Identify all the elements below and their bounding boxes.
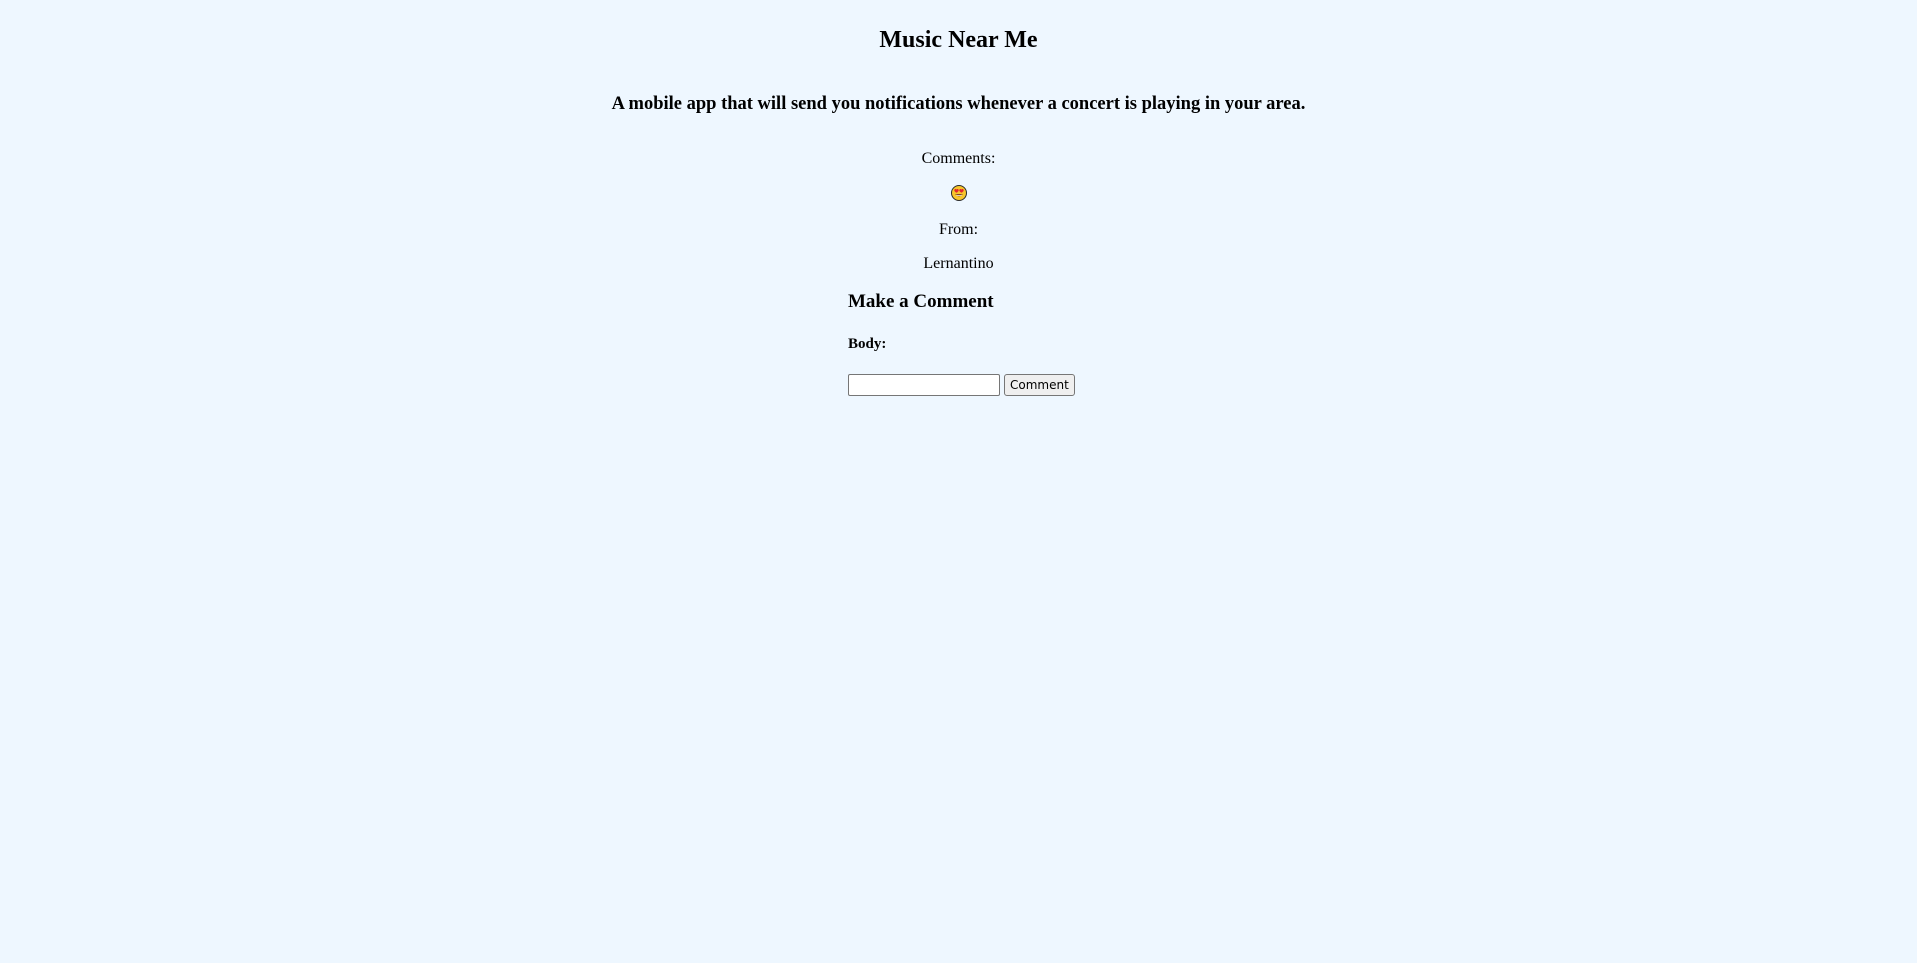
body-label: Body: [848,336,887,352]
comment-submit-button[interactable]: Comment [1004,374,1075,396]
page-title: Music Near Me [879,27,1038,53]
comment-author: Lernantino [923,255,994,272]
project-page: Music Near Me A mobile app that will sen… [0,0,1917,963]
comment-body-input[interactable] [848,374,1000,396]
comment-form: Comment [848,374,1075,396]
project-description: A mobile app that will send you notifica… [611,94,1306,114]
make-comment-heading: Make a Comment [848,291,994,312]
comment-body [0,183,1917,205]
from-label: From: [938,221,979,238]
heart-eyes-emoji-icon [950,184,968,202]
comments-label: Comments: [921,150,996,167]
